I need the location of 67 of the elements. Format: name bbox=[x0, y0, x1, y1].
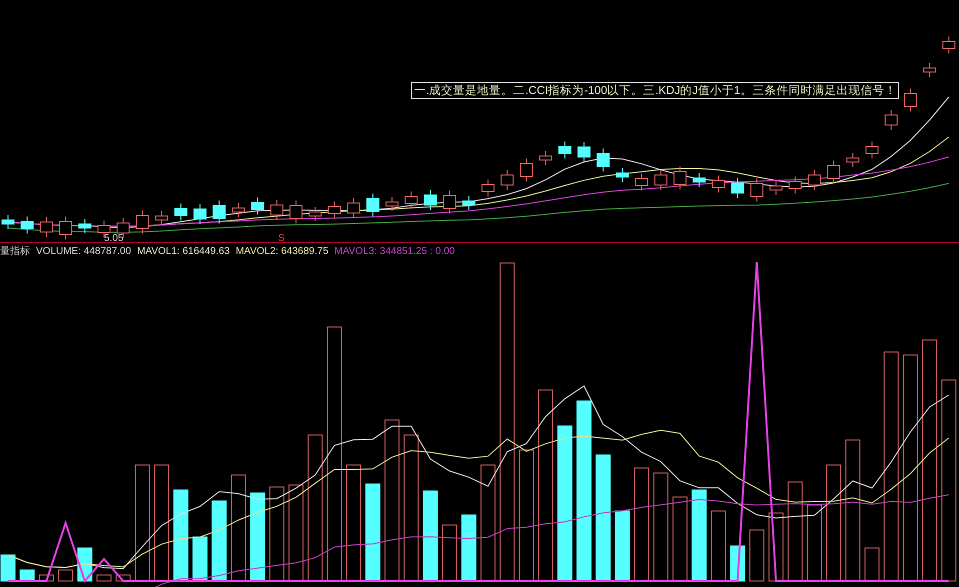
candlestick bbox=[251, 197, 264, 215]
candlestick bbox=[328, 201, 341, 219]
candlestick bbox=[290, 200, 302, 224]
candlestick bbox=[808, 170, 821, 190]
candlestick bbox=[616, 168, 629, 182]
volume-bar bbox=[20, 570, 35, 582]
volume-bar bbox=[96, 574, 112, 582]
candlestick bbox=[78, 218, 92, 234]
candlestick bbox=[674, 166, 686, 190]
candlestick bbox=[788, 176, 802, 194]
volume-bar bbox=[192, 536, 208, 582]
volume-bar bbox=[614, 510, 630, 582]
candlestick bbox=[136, 210, 149, 234]
candlestick bbox=[59, 216, 72, 240]
candlestick bbox=[194, 204, 206, 224]
indicator-value: MAVOL1: 616449.63 bbox=[137, 246, 230, 256]
condition-note: 一.成交量是地量。二.CCI指标为-100以下。三.KDJ的J值小于1。三条件同时满足出现信号！ bbox=[411, 82, 900, 99]
volume-bar bbox=[749, 530, 764, 582]
candlestick bbox=[308, 206, 322, 222]
candlestick bbox=[462, 196, 476, 210]
candlestick bbox=[40, 216, 53, 238]
candlestick bbox=[270, 200, 284, 220]
volume-bar bbox=[461, 514, 476, 582]
volume-bar bbox=[864, 548, 880, 582]
candlestick bbox=[212, 200, 226, 224]
candlestick bbox=[482, 179, 494, 197]
candlestick bbox=[500, 170, 514, 190]
candlestick bbox=[884, 110, 898, 130]
indicator-title: 量指标 bbox=[0, 244, 30, 258]
volume-bar bbox=[58, 570, 74, 582]
indicator-value: VOLUME: 448787.00 bbox=[36, 246, 132, 256]
candlestick bbox=[846, 152, 860, 168]
candlestick bbox=[866, 141, 878, 159]
candlestick bbox=[770, 180, 782, 196]
candlestick bbox=[539, 150, 552, 166]
candlestick bbox=[232, 202, 245, 218]
candlestick bbox=[2, 214, 14, 230]
candlestick bbox=[578, 142, 590, 162]
candlestick bbox=[347, 198, 360, 218]
candlestick bbox=[942, 36, 956, 54]
candlestick bbox=[731, 178, 744, 198]
candlestick bbox=[692, 172, 706, 188]
candlestick bbox=[635, 173, 648, 191]
candlestick bbox=[174, 203, 188, 221]
candlestick bbox=[386, 196, 398, 212]
candlestick bbox=[712, 175, 725, 193]
signal-marker: S bbox=[278, 233, 285, 242]
candlestick bbox=[520, 158, 533, 182]
candlestick bbox=[155, 210, 168, 226]
candlestick bbox=[654, 170, 668, 190]
candlestick bbox=[424, 190, 437, 210]
indicator-value: MAVOL3: 344851.25 : 0.00 bbox=[334, 246, 455, 256]
candlestick bbox=[20, 216, 34, 234]
candlestick bbox=[750, 178, 764, 202]
candlestick bbox=[404, 191, 418, 209]
volume-bar bbox=[0, 554, 16, 582]
candlestick bbox=[366, 193, 380, 217]
candlestick bbox=[904, 88, 917, 112]
volume-bar bbox=[710, 510, 726, 582]
candlestick bbox=[827, 160, 840, 184]
candlestick bbox=[596, 148, 610, 172]
indicator-value: MAVOL2: 643689.75 bbox=[236, 246, 328, 256]
candlestick bbox=[443, 190, 456, 214]
candlestick bbox=[923, 62, 936, 78]
volume-bar bbox=[442, 524, 458, 582]
candlestick bbox=[558, 141, 572, 159]
low-price-label: 5.05 bbox=[104, 233, 124, 242]
